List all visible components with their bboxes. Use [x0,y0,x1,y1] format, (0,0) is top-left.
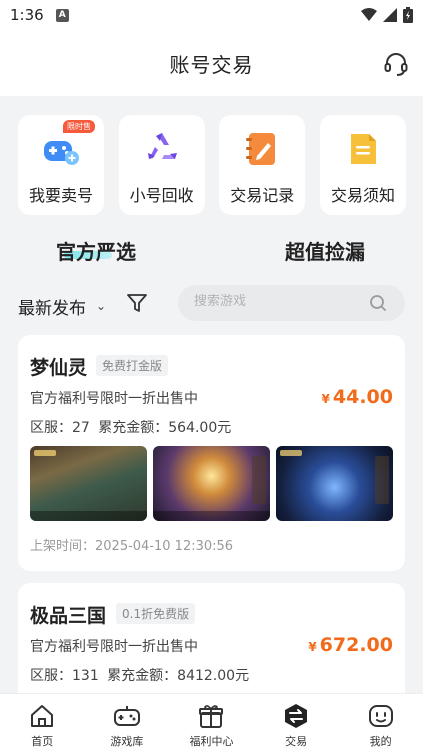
game-screenshot[interactable] [276,446,393,521]
profile-face-icon [368,705,393,727]
notification-icon: A [55,8,69,22]
filter-icon[interactable] [126,292,148,314]
sell-account-button[interactable]: 限时售 我要卖号 [18,115,104,215]
status-time: 1:36 [10,6,44,24]
battery-icon [403,7,413,23]
page-title: 账号交易 [169,52,254,77]
trade-records-button[interactable]: 交易记录 [219,115,306,215]
signal-icon [383,8,397,22]
sort-dropdown[interactable]: 最新发布 [18,294,86,319]
gift-icon [199,705,224,728]
listing-card[interactable]: 梦仙灵 免费打金版 官方福利号限时一折出售中 ¥44.00 区服：27 累充金额… [18,335,405,571]
game-version-tag: 0.1折免费版 [116,603,196,624]
quick-action-label: 交易记录 [230,186,295,205]
quick-action-label: 我要卖号 [28,186,93,205]
listing-description: 官方福利号限时一折出售中 [30,391,198,407]
listing-price: ¥44.00 [322,386,393,408]
app-header: 账号交易 [0,30,423,96]
quick-actions: 限时售 我要卖号 小号回收 交易记录 交易须知 [18,115,406,215]
game-name: 极品三国 [30,605,107,627]
game-version-tag: 免费打金版 [96,355,169,376]
game-screenshot[interactable] [30,446,147,521]
listing-server-info: 区服：131 累充金额：8412.00元 [30,668,250,684]
listing-description: 官方福利号限时一折出售中 [30,639,198,655]
screenshot-gallery [30,446,393,521]
nav-label: 游戏库 [110,735,144,748]
nav-item-home[interactable]: 首页 [0,694,85,752]
chevron-down-icon[interactable]: ⌄ [96,299,106,313]
edit-notebook-icon [242,129,282,169]
home-icon [31,705,54,727]
search-icon[interactable] [369,294,387,312]
nav-label: 首页 [31,735,54,748]
search-input[interactable] [194,294,354,309]
currency-symbol: ¥ [321,392,330,406]
recycle-icon [142,129,182,169]
nav-item-welfare-center[interactable]: 福利中心 [169,694,254,752]
nav-item-game-library[interactable]: 游戏库 [85,694,170,752]
segment-tabs: 官方严选 超值捡漏 [0,228,423,268]
nav-label: 我的 [369,735,392,748]
price-value: 44.00 [332,386,393,408]
bottom-nav: 首页 游戏库 福利中心 交易 我的 [0,693,423,752]
status-icons [361,7,413,23]
document-icon [343,129,383,169]
search-bar[interactable] [178,285,405,321]
tab-bargain-deals[interactable]: 超值捡漏 [285,236,365,265]
listing-server-info: 区服：27 累充金额：564.00元 [30,420,232,436]
quick-action-label: 交易须知 [330,186,395,205]
nav-item-trade[interactable]: 交易 [254,694,339,752]
promo-badge: 限时售 [63,120,95,133]
gamepad-plus-icon: 限时售 [41,120,95,169]
quick-action-label: 小号回收 [129,186,194,205]
game-screenshot[interactable] [153,446,270,521]
listed-time: 上架时间：2025-04-10 12:30:56 [30,539,234,554]
listing-price: ¥672.00 [308,634,393,656]
currency-symbol: ¥ [308,640,317,654]
status-bar: 1:36 A [0,0,423,30]
trade-exchange-icon [285,704,308,728]
tab-official-selection[interactable]: 官方严选 [56,236,136,265]
gamepad-icon [113,706,140,726]
nav-item-profile[interactable]: 我的 [338,694,423,752]
recycle-account-button[interactable]: 小号回收 [118,115,205,215]
price-value: 672.00 [319,634,393,656]
filter-row: 最新发布 ⌄ [0,284,423,324]
nav-label: 交易 [285,735,308,748]
nav-label: 福利中心 [189,735,234,748]
wifi-icon [361,8,377,21]
game-name: 梦仙灵 [30,357,88,379]
headset-icon[interactable] [383,51,409,77]
trade-notice-button[interactable]: 交易须知 [319,115,406,215]
